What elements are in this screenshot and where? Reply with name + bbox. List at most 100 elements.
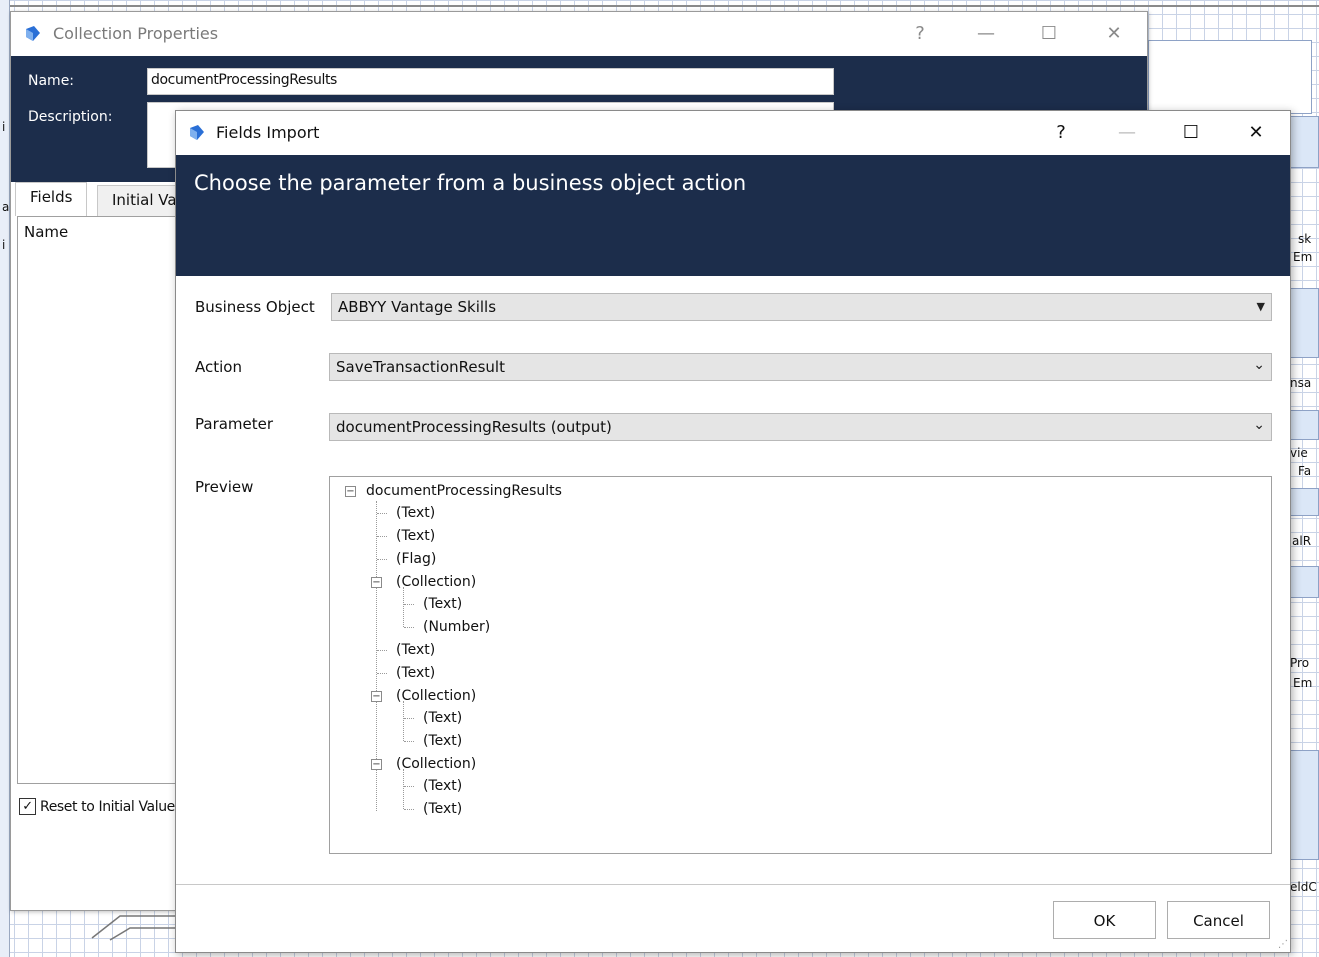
canvas-stage-label: i [2, 238, 6, 252]
canvas-stage-label: Fa [1298, 464, 1312, 478]
preview-tree[interactable]: − documentProcessingResults (Text) (Text… [329, 476, 1272, 854]
canvas-stage-label: Pro [1290, 656, 1310, 670]
tree-node[interactable]: (Text) [423, 799, 462, 819]
tree-node[interactable]: (Text) [423, 708, 462, 728]
canvas-stage[interactable] [1148, 40, 1312, 114]
tree-connector [404, 786, 414, 787]
parameter-dropdown[interactable]: documentProcessingResults (output) ⌄ [329, 413, 1272, 441]
dialog-heading: Choose the parameter from a business obj… [194, 171, 747, 195]
maximize-button[interactable]: ☐ [1176, 119, 1206, 147]
collapse-toggle-icon[interactable]: − [371, 759, 382, 770]
canvas-stage[interactable] [1290, 750, 1319, 860]
tree-connector [403, 701, 404, 741]
tree-node-collection[interactable]: (Collection) [396, 572, 476, 592]
business-object-value: ABBYY Vantage Skills [338, 298, 497, 316]
fields-list[interactable]: Name [17, 216, 187, 784]
collection-properties-titlebar[interactable]: Collection Properties ? — ☐ ✕ [11, 12, 1147, 56]
canvas-stage-label: nsa [1290, 376, 1312, 390]
checkbox-label: Reset to Initial Value [40, 798, 175, 815]
canvas-stage-label: Em [1293, 250, 1313, 264]
tree-node[interactable]: (Text) [423, 776, 462, 796]
canvas-top-border [0, 5, 1319, 7]
tree-connector [403, 587, 404, 627]
tree-node[interactable]: (Text) [396, 640, 435, 660]
parameter-value: documentProcessingResults (output) [336, 418, 612, 436]
business-object-dropdown[interactable]: ABBYY Vantage Skills ▼ [331, 293, 1272, 321]
fields-import-titlebar[interactable]: Fields Import ? — ☐ ✕ [176, 111, 1290, 155]
dialog-title: Fields Import [216, 123, 320, 142]
canvas-stage-label: vie [1290, 446, 1308, 460]
tree-node[interactable]: (Flag) [396, 549, 436, 569]
tree-connector [404, 718, 414, 719]
tree-node[interactable]: (Text) [396, 663, 435, 683]
fields-import-dialog[interactable]: Fields Import ? — ☐ ✕ Choose the paramet… [175, 110, 1291, 953]
tree-node-collection[interactable]: (Collection) [396, 754, 476, 774]
tree-node-root[interactable]: documentProcessingResults [366, 481, 562, 501]
window-title: Collection Properties [53, 24, 219, 43]
minimize-button[interactable]: — [971, 20, 1001, 48]
footer-divider [176, 884, 1290, 885]
canvas-stage-label: alR [1292, 534, 1312, 548]
blue-prism-app-icon [26, 26, 40, 41]
canvas-stage[interactable] [1290, 410, 1319, 440]
canvas-stage-label: sk [1298, 232, 1312, 246]
name-column-header[interactable]: Name [24, 223, 68, 241]
ok-button[interactable]: OK [1053, 901, 1156, 939]
tree-connector [377, 513, 387, 514]
preview-label: Preview [195, 478, 254, 496]
tree-node[interactable]: (Text) [423, 731, 462, 751]
canvas-stage-label: Em [1293, 676, 1313, 690]
tree-connector [403, 769, 404, 809]
name-input[interactable]: documentProcessingResults [147, 68, 834, 95]
close-button[interactable]: ✕ [1099, 20, 1129, 48]
action-dropdown[interactable]: SaveTransactionResult ⌄ [329, 353, 1272, 381]
name-label: Name: [28, 73, 75, 89]
tree-connector [377, 536, 387, 537]
canvas-stage-label: eldC [1290, 880, 1317, 894]
dropdown-arrow-icon[interactable]: ▼ [1257, 300, 1265, 313]
tree-node[interactable]: (Text) [423, 594, 462, 614]
cancel-button[interactable]: Cancel [1167, 901, 1270, 939]
canvas-stage[interactable] [1290, 488, 1319, 516]
tree-connector [404, 627, 414, 628]
checkbox-box[interactable]: ✓ [19, 798, 36, 815]
canvas-stage-label: i [2, 120, 6, 134]
canvas-stage[interactable] [1290, 288, 1319, 358]
action-value: SaveTransactionResult [336, 358, 505, 376]
collapse-toggle-icon[interactable]: − [371, 577, 382, 588]
tree-connector [404, 741, 414, 742]
tab-fields[interactable]: Fields [15, 182, 88, 216]
canvas-stage[interactable] [1290, 116, 1319, 168]
tree-connector [404, 604, 414, 605]
canvas-left-panel [0, 0, 10, 957]
action-label: Action [195, 358, 242, 376]
business-object-label: Business Object [195, 298, 315, 316]
tree-node[interactable]: (Number) [423, 617, 490, 637]
help-button[interactable]: ? [1046, 119, 1076, 147]
tree-connector [377, 559, 387, 560]
help-button[interactable]: ? [905, 20, 935, 48]
canvas-stage-label: a [2, 200, 10, 214]
collapse-toggle-icon[interactable]: − [345, 486, 356, 497]
chevron-down-icon[interactable]: ⌄ [1253, 357, 1265, 373]
tree-node[interactable]: (Text) [396, 526, 435, 546]
maximize-button[interactable]: ☐ [1034, 20, 1064, 48]
resize-grip-icon[interactable]: ⋰ [1278, 939, 1288, 950]
description-label: Description: [28, 109, 113, 125]
tree-connector [377, 673, 387, 674]
tree-node[interactable]: (Text) [396, 503, 435, 523]
parameter-label: Parameter [195, 415, 274, 433]
close-button[interactable]: ✕ [1241, 119, 1271, 147]
reset-to-initial-value-checkbox[interactable]: ✓ Reset to Initial Value [19, 798, 175, 815]
canvas-stage[interactable] [1290, 566, 1319, 598]
tree-node-collection[interactable]: (Collection) [396, 686, 476, 706]
fields-import-header: Choose the parameter from a business obj… [176, 155, 1290, 276]
tree-connector [377, 650, 387, 651]
minimize-button: — [1118, 122, 1136, 143]
canvas-connector [91, 915, 175, 941]
collapse-toggle-icon[interactable]: − [371, 691, 382, 702]
blue-prism-app-icon [190, 125, 204, 140]
tab-initial-values[interactable]: Initial Va [97, 185, 187, 216]
tree-connector [404, 809, 414, 810]
chevron-down-icon[interactable]: ⌄ [1253, 417, 1265, 433]
